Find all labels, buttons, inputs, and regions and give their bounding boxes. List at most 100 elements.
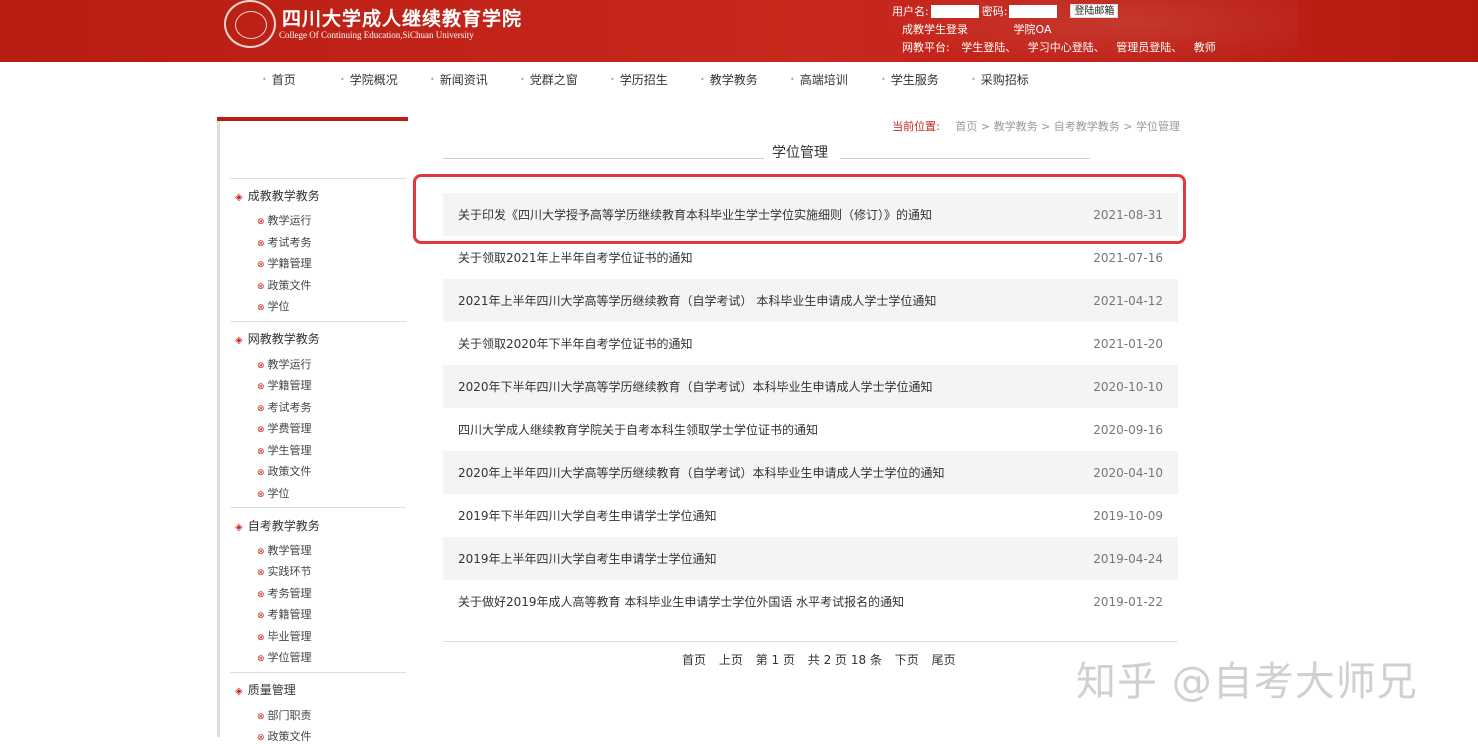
sidebar-item[interactable]: 毕业管理	[257, 628, 312, 644]
password-label: 密码:	[981, 5, 1008, 18]
sidebar-section-title[interactable]: 成教教学教务	[235, 187, 320, 204]
password-input[interactable]	[1009, 4, 1058, 18]
college-oa-link[interactable]: 学院OA	[1014, 23, 1052, 36]
sidebar-item[interactable]: 政策文件	[257, 728, 312, 744]
login-form: 用户名: 密码: 登陆邮箱	[892, 3, 1119, 19]
news-title[interactable]: 四川大学成人继续教育学院关于自考本科生领取学士学位证书的通知	[458, 421, 818, 438]
list-item[interactable]: 2020年上半年四川大学高等学历继续教育（自学考试）本科毕业生申请成人学士学位的…	[443, 451, 1178, 494]
nav-item-student-services[interactable]: 学生服务	[881, 71, 939, 88]
breadcrumb-path[interactable]: 首页 > 教学教务 > 自考教学教务 > 学位管理	[955, 120, 1180, 133]
news-date: 2020-04-10	[1093, 465, 1163, 480]
title-divider-left	[443, 158, 764, 159]
nav-item-teaching[interactable]: 教学教务	[700, 71, 758, 88]
nav-item-admissions[interactable]: 学历招生	[610, 71, 668, 88]
news-list: 关于印发《四川大学授予高等学历继续教育本科毕业生学士学位实施细则（修订）》的通知…	[443, 193, 1178, 623]
nav-item-news[interactable]: 新闻资讯	[430, 71, 488, 88]
sidebar-item[interactable]: 考务管理	[257, 585, 312, 601]
sidebar-item[interactable]: 学费管理	[257, 420, 312, 436]
sidebar: 成教教学教务 教学运行 考试考务 学籍管理 政策文件 学位 网教教学教务 教学运…	[217, 117, 408, 743]
news-title[interactable]: 关于做好2019年成人高等教育 本科毕业生申请学士学位外国语 水平考试报名的通知	[458, 593, 904, 610]
sidebar-item[interactable]: 实践环节	[257, 563, 312, 579]
news-date: 2019-01-22	[1093, 594, 1163, 609]
header-links-row2: 网教平台: 学生登陆、 学习中心登陆、 管理员登陆、 教师	[902, 39, 1224, 55]
pager-total: 共 2 页 18 条	[807, 653, 882, 667]
pager-prev-link[interactable]: 上页	[719, 653, 743, 667]
news-date: 2020-10-10	[1093, 379, 1163, 394]
news-date: 2019-10-09	[1093, 508, 1163, 523]
site-logo-title[interactable]: 四川大学成人继续教育学院	[282, 4, 522, 31]
login-button[interactable]: 登陆邮箱	[1070, 4, 1119, 18]
admin-login-link[interactable]: 管理员登陆、	[1116, 41, 1182, 54]
news-date: 2021-01-20	[1093, 336, 1163, 351]
news-title[interactable]: 2019年下半年四川大学自考生申请学士学位通知	[458, 507, 717, 524]
sidebar-item[interactable]: 考籍管理	[257, 606, 312, 622]
sidebar-item[interactable]: 教学运行	[257, 356, 312, 372]
list-item[interactable]: 2020年下半年四川大学高等学历继续教育（自学考试）本科毕业生申请成人学士学位通…	[443, 365, 1178, 408]
list-item[interactable]: 2021年上半年四川大学高等学历继续教育（自学考试） 本科毕业生申请成人学士学位…	[443, 279, 1178, 322]
learning-center-login-link[interactable]: 学习中心登陆、	[1028, 41, 1105, 54]
watermark-text: 知乎 @自考大师兄	[1076, 659, 1418, 705]
sidebar-item[interactable]: 政策文件	[257, 463, 312, 479]
list-item[interactable]: 四川大学成人继续教育学院关于自考本科生领取学士学位证书的通知 2020-09-1…	[443, 408, 1178, 451]
news-date: 2021-07-16	[1093, 250, 1163, 265]
pager-last-link[interactable]: 尾页	[932, 653, 956, 667]
page-title-bar: 学位管理	[443, 140, 1090, 162]
sidebar-item[interactable]: 学籍管理	[257, 377, 312, 393]
news-date: 2020-09-16	[1093, 422, 1163, 437]
list-item[interactable]: 2019年下半年四川大学自考生申请学士学位通知 2019-10-09	[443, 494, 1178, 537]
news-title[interactable]: 2020年下半年四川大学高等学历继续教育（自学考试）本科毕业生申请成人学士学位通…	[458, 378, 933, 395]
news-title[interactable]: 2020年上半年四川大学高等学历继续教育（自学考试）本科毕业生申请成人学士学位的…	[458, 464, 945, 481]
news-title[interactable]: 2019年上半年四川大学自考生申请学士学位通知	[458, 550, 717, 567]
sidebar-item[interactable]: 部门职责	[257, 707, 312, 723]
university-seal-logo[interactable]	[224, 0, 276, 48]
sidebar-item[interactable]: 教学管理	[257, 542, 312, 558]
student-login-link[interactable]: 学生登陆、	[961, 41, 1016, 54]
nav-item-party[interactable]: 党群之窗	[520, 71, 578, 88]
breadcrumb: 当前位置: 首页 > 教学教务 > 自考教学教务 > 学位管理	[892, 118, 1180, 134]
sidebar-item[interactable]: 学位	[257, 298, 290, 314]
list-item[interactable]: 关于做好2019年成人高等教育 本科毕业生申请学士学位外国语 水平考试报名的通知…	[443, 580, 1178, 623]
news-date: 2019-04-24	[1093, 551, 1163, 566]
sidebar-section-title[interactable]: 质量管理	[235, 681, 296, 698]
pager-current: 第 1 页	[755, 653, 795, 667]
list-item[interactable]: 关于领取2020年下半年自考学位证书的通知 2021-01-20	[443, 322, 1178, 365]
main-nav: 首页 学院概况 新闻资讯 党群之窗 学历招生 教学教务 高端培训 学生服务 采购…	[0, 62, 1478, 96]
adult-student-login-link[interactable]: 成教学生登录	[902, 23, 968, 36]
site-logo-subtitle: College Of Continuing Education,SiChuan …	[279, 30, 474, 40]
nav-item-procurement[interactable]: 采购招标	[971, 71, 1029, 88]
nav-item-about[interactable]: 学院概况	[340, 71, 398, 88]
pagination: 首页 上页 第 1 页 共 2 页 18 条 下页 尾页	[682, 651, 965, 668]
username-label: 用户名:	[892, 5, 929, 18]
pager-next-link[interactable]: 下页	[895, 653, 919, 667]
highlight-annotation-box	[413, 174, 1186, 244]
news-title[interactable]: 关于领取2021年上半年自考学位证书的通知	[458, 249, 693, 266]
sidebar-item[interactable]: 学籍管理	[257, 255, 312, 271]
nav-item-home[interactable]: 首页	[262, 71, 296, 88]
sidebar-item[interactable]: 考试考务	[257, 399, 312, 415]
news-date: 2021-04-12	[1093, 293, 1163, 308]
page-title: 学位管理	[772, 145, 828, 161]
sidebar-section-title[interactable]: 网教教学教务	[235, 330, 320, 347]
username-input[interactable]	[930, 4, 979, 18]
breadcrumb-label: 当前位置:	[892, 120, 940, 133]
sidebar-divider	[230, 321, 406, 322]
sidebar-item[interactable]: 教学运行	[257, 212, 312, 228]
teacher-login-link[interactable]: 教师	[1194, 41, 1216, 54]
site-header: 四川大学成人继续教育学院 College Of Continuing Educa…	[0, 0, 1478, 62]
sidebar-divider	[230, 507, 406, 508]
pager-first-link[interactable]: 首页	[682, 653, 706, 667]
sidebar-item[interactable]: 学生管理	[257, 442, 312, 458]
sidebar-section-title[interactable]: 自考教学教务	[235, 517, 320, 534]
news-title[interactable]: 2021年上半年四川大学高等学历继续教育（自学考试） 本科毕业生申请成人学士学位…	[458, 292, 936, 309]
title-divider-right	[840, 158, 1090, 159]
header-links-row1: 成教学生登录 学院OA	[902, 21, 1094, 37]
sidebar-item[interactable]: 学位	[257, 485, 290, 501]
online-platform-label: 网教平台:	[902, 41, 950, 54]
sidebar-item[interactable]: 学位管理	[257, 649, 312, 665]
list-item[interactable]: 2019年上半年四川大学自考生申请学士学位通知 2019-04-24	[443, 537, 1178, 580]
news-title[interactable]: 关于领取2020年下半年自考学位证书的通知	[458, 335, 693, 352]
sidebar-item[interactable]: 考试考务	[257, 234, 312, 250]
nav-item-training[interactable]: 高端培训	[790, 71, 848, 88]
list-divider	[443, 641, 1178, 642]
sidebar-item[interactable]: 政策文件	[257, 277, 312, 293]
